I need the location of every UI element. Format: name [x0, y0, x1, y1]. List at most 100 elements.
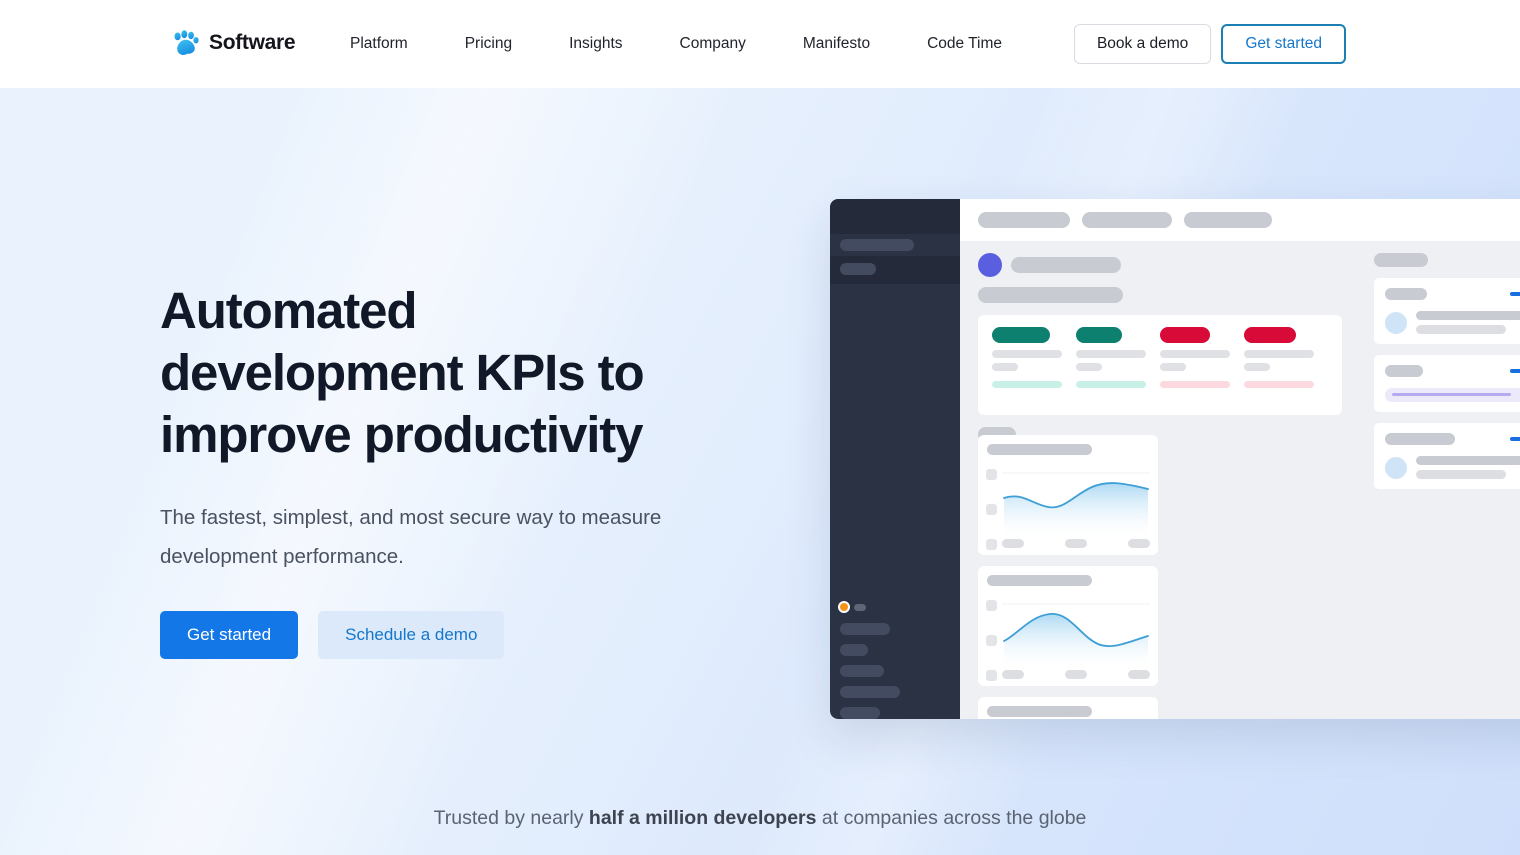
paw-print-icon: [174, 30, 199, 55]
metric-line: [1160, 350, 1230, 358]
nav-item-code-time[interactable]: Code Time: [927, 29, 1002, 59]
mock-topbar-pill: [1082, 212, 1172, 228]
area-chart-2-plot: [1002, 603, 1150, 668]
trust-line: Trusted by nearly half a million develop…: [0, 807, 1520, 830]
avatar: [1385, 456, 1407, 479]
card-line: [1416, 325, 1507, 334]
metric-trend-bar: [1160, 381, 1230, 388]
metric-line-short: [1160, 363, 1186, 371]
card-label-pill: [1385, 288, 1427, 300]
mock-user-row: [978, 253, 1360, 277]
card-accent-bar: [1510, 369, 1520, 373]
brand-logo-link[interactable]: Software: [170, 28, 296, 58]
metric-column: [992, 327, 1076, 415]
nav-item-company[interactable]: Company: [680, 29, 746, 59]
trend-chart-card-1: [978, 435, 1158, 555]
brand-name: Software: [209, 31, 296, 54]
volume-bar-chart-card: [978, 697, 1158, 719]
book-demo-button[interactable]: Book a demo: [1073, 24, 1212, 64]
mock-sidebar-pill: [840, 644, 868, 656]
card-accent-bar: [1510, 292, 1520, 296]
schedule-demo-button[interactable]: Schedule a demo: [318, 611, 505, 659]
nav-item-insights[interactable]: Insights: [569, 29, 622, 59]
status-dot-icon: [838, 601, 850, 613]
chart-y-axis-labels: [986, 600, 997, 686]
mock-activity-card: [1374, 278, 1520, 344]
mock-right-panel: [1360, 241, 1520, 719]
y-tick-pill: [986, 504, 997, 515]
metric-column: [1076, 327, 1160, 415]
site-header: Software Platform Pricing Insights Compa…: [0, 0, 1520, 88]
mock-sidebar-pill: [840, 263, 876, 275]
trend-chart-card-2: [978, 566, 1158, 686]
y-tick-pill: [986, 635, 997, 646]
x-tick-pill: [1002, 539, 1024, 548]
mock-sidebar: [830, 199, 960, 719]
hero-subtitle: The fastest, simplest, and most secure w…: [160, 506, 662, 568]
mock-metrics-card: [978, 315, 1342, 415]
mock-sidebar-pill: [840, 239, 914, 251]
mock-activity-card-2: [1374, 423, 1520, 489]
mock-sidebar-pill: [840, 623, 890, 635]
x-tick-pill: [1002, 670, 1024, 679]
hero-title-line-1: Automated: [160, 282, 418, 339]
mock-sidebar-pill: [840, 665, 884, 677]
metric-column: [1244, 327, 1328, 415]
mock-topbar-pill: [978, 212, 1070, 228]
metric-value-pill: [1160, 327, 1210, 343]
mock-body: [960, 241, 1520, 719]
card-line: [1416, 470, 1507, 479]
hero-title-line-3: improve productivity: [160, 406, 644, 463]
mock-sidebar-header: [830, 199, 960, 234]
trust-prefix: Trusted by nearly: [433, 807, 589, 829]
progress-bar: [1385, 388, 1520, 402]
mock-charts-grid: [978, 435, 1348, 719]
chart-y-axis-labels: [986, 469, 997, 555]
header-get-started-button[interactable]: Get started: [1221, 24, 1346, 64]
card-accent-bar: [1510, 437, 1520, 441]
hero-get-started-button[interactable]: Get started: [160, 611, 299, 659]
landing-page: Software Platform Pricing Insights Compa…: [0, 0, 1520, 855]
hero-title: Automated development KPIs to improve pr…: [160, 280, 720, 466]
metric-line: [1076, 350, 1146, 358]
mock-progress-card: [1374, 355, 1520, 412]
avatar: [978, 253, 1002, 277]
metric-line: [1244, 350, 1314, 358]
x-tick-pill: [1065, 670, 1087, 679]
x-tick-pill: [1065, 539, 1087, 548]
metric-column: [1160, 327, 1244, 415]
y-tick-pill: [986, 539, 997, 550]
hero-title-line-2: development KPIs to: [160, 344, 645, 401]
chart-title-pill: [987, 575, 1092, 586]
card-line: [1416, 456, 1520, 465]
y-tick-pill: [986, 469, 997, 480]
chart-x-axis-labels: [1002, 670, 1150, 679]
metric-line-short: [1076, 363, 1102, 371]
header-actions: Book a demo Get started: [1073, 24, 1346, 64]
metric-line: [992, 350, 1062, 358]
hero-section: Automated development KPIs to improve pr…: [0, 88, 1520, 855]
product-dashboard-mockup: [830, 199, 1520, 719]
area-chart-1-plot: [1002, 472, 1150, 537]
hero-cta-group: Get started Schedule a demo: [160, 611, 720, 659]
y-tick-pill: [986, 670, 997, 681]
chart-x-axis-labels: [1002, 539, 1150, 548]
mock-sidebar-status-indicator: [838, 601, 866, 613]
metric-value-pill: [1244, 327, 1296, 343]
status-label-pill: [854, 603, 866, 611]
mock-sidebar-pill: [840, 707, 880, 719]
nav-item-platform[interactable]: Platform: [350, 29, 408, 59]
trust-highlight: half a million developers: [588, 807, 817, 829]
x-tick-pill: [1128, 670, 1150, 679]
mock-user-name-pill: [1011, 257, 1121, 273]
metric-trend-bar: [992, 381, 1062, 388]
metric-trend-bar: [1244, 381, 1314, 388]
nav-item-manifesto[interactable]: Manifesto: [803, 29, 870, 59]
avatar: [1385, 311, 1407, 334]
chart-title-pill: [987, 444, 1092, 455]
nav-item-pricing[interactable]: Pricing: [465, 29, 512, 59]
mock-sidebar-pill: [840, 686, 900, 698]
mock-right-panel-title: [1374, 253, 1428, 267]
mock-section-title-pill: [978, 287, 1123, 303]
mock-topbar: [960, 199, 1520, 241]
